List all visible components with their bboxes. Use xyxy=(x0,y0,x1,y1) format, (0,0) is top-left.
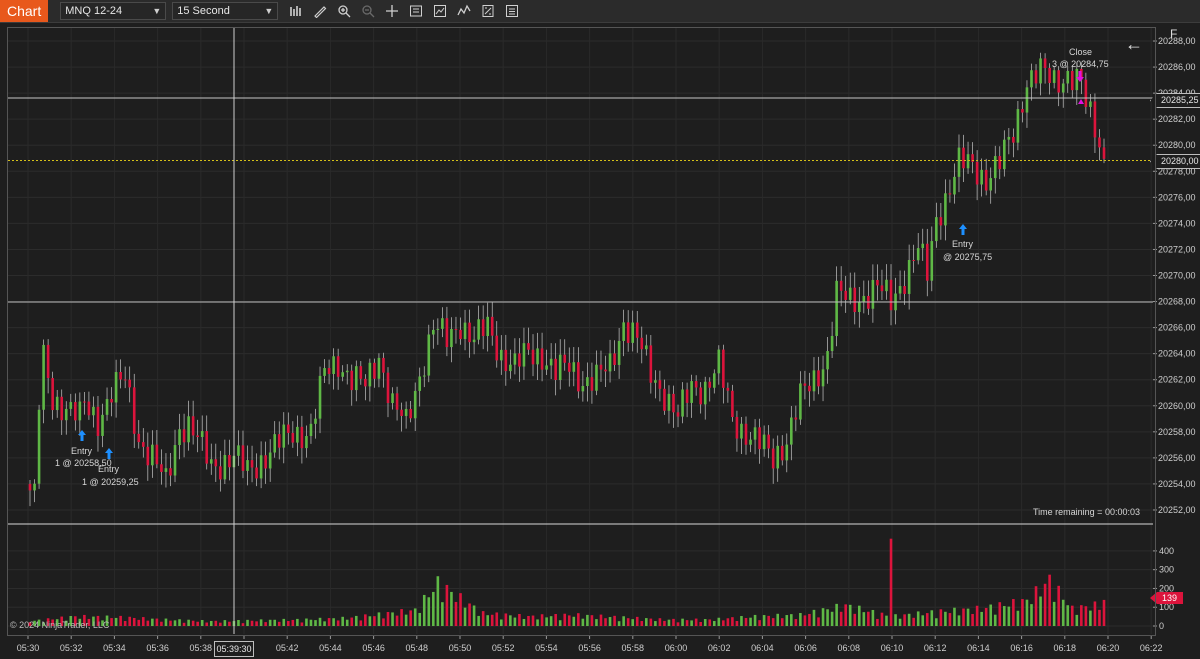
time-axis-label: 05:30 xyxy=(17,643,40,653)
time-axis-label: 05:34 xyxy=(103,643,126,653)
time-axis-label: 05:42 xyxy=(276,643,299,653)
chart-panel xyxy=(7,27,1156,636)
price-axis-label: 20258,00 xyxy=(1158,427,1196,437)
time-axis-label: 06:04 xyxy=(751,643,774,653)
time-axis-label: 05:38 xyxy=(190,643,213,653)
time-axis-label: 06:22 xyxy=(1140,643,1163,653)
price-axis-label: 20272,00 xyxy=(1158,244,1196,254)
last-price-tag: 20280,00 xyxy=(1150,154,1200,169)
price-axis-label: 20270,00 xyxy=(1158,271,1196,281)
upper-line-price-tag: 20285,25 xyxy=(1150,93,1200,108)
price-axis-label: 20256,00 xyxy=(1158,453,1196,463)
price-axis-label: 20280,00 xyxy=(1158,140,1196,150)
time-axis-label: 06:16 xyxy=(1010,643,1033,653)
time-axis-label: 06:06 xyxy=(794,643,817,653)
time-axis-label: 06:02 xyxy=(708,643,731,653)
time-axis-label: 05:32 xyxy=(60,643,83,653)
time-axis-label: 06:08 xyxy=(838,643,861,653)
volume-axis-label: 200 xyxy=(1159,583,1174,593)
price-axis-label: 20276,00 xyxy=(1158,192,1196,202)
time-axis-label: 06:18 xyxy=(1054,643,1077,653)
crosshair-time-label: 05:39:30 xyxy=(214,641,254,657)
time-axis-label: 05:56 xyxy=(578,643,601,653)
time-axis-label: 06:20 xyxy=(1097,643,1120,653)
price-axis-label: 20286,00 xyxy=(1158,62,1196,72)
time-axis-label: 05:48 xyxy=(406,643,429,653)
time-axis-label: 05:44 xyxy=(319,643,342,653)
time-axis-label: 06:12 xyxy=(924,643,947,653)
price-axis-label: 20282,00 xyxy=(1158,114,1196,124)
time-axis-label: 05:54 xyxy=(535,643,558,653)
price-axis-label: 20288,00 xyxy=(1158,36,1196,46)
time-axis-label: 05:36 xyxy=(146,643,169,653)
price-axis-label: 20264,00 xyxy=(1158,349,1196,359)
price-axis-label: 20262,00 xyxy=(1158,375,1196,385)
time-axis-label: 05:58 xyxy=(622,643,645,653)
time-axis-label: 06:10 xyxy=(881,643,904,653)
price-axis-label: 20268,00 xyxy=(1158,297,1196,307)
time-axis-label: 05:46 xyxy=(362,643,385,653)
price-axis-label: 20252,00 xyxy=(1158,505,1196,515)
volume-axis-label: 300 xyxy=(1159,565,1174,575)
time-axis-label: 06:14 xyxy=(967,643,990,653)
price-axis-label: 20260,00 xyxy=(1158,401,1196,411)
volume-axis-label: 0 xyxy=(1159,621,1164,631)
volume-axis-label: 400 xyxy=(1159,546,1174,556)
price-axis-label: 20266,00 xyxy=(1158,323,1196,333)
time-axis-label: 05:50 xyxy=(449,643,472,653)
price-axis-label: 20254,00 xyxy=(1158,479,1196,489)
time-axis-label: 06:00 xyxy=(665,643,688,653)
price-axis-label: 20274,00 xyxy=(1158,218,1196,228)
time-axis-label: 05:52 xyxy=(492,643,515,653)
